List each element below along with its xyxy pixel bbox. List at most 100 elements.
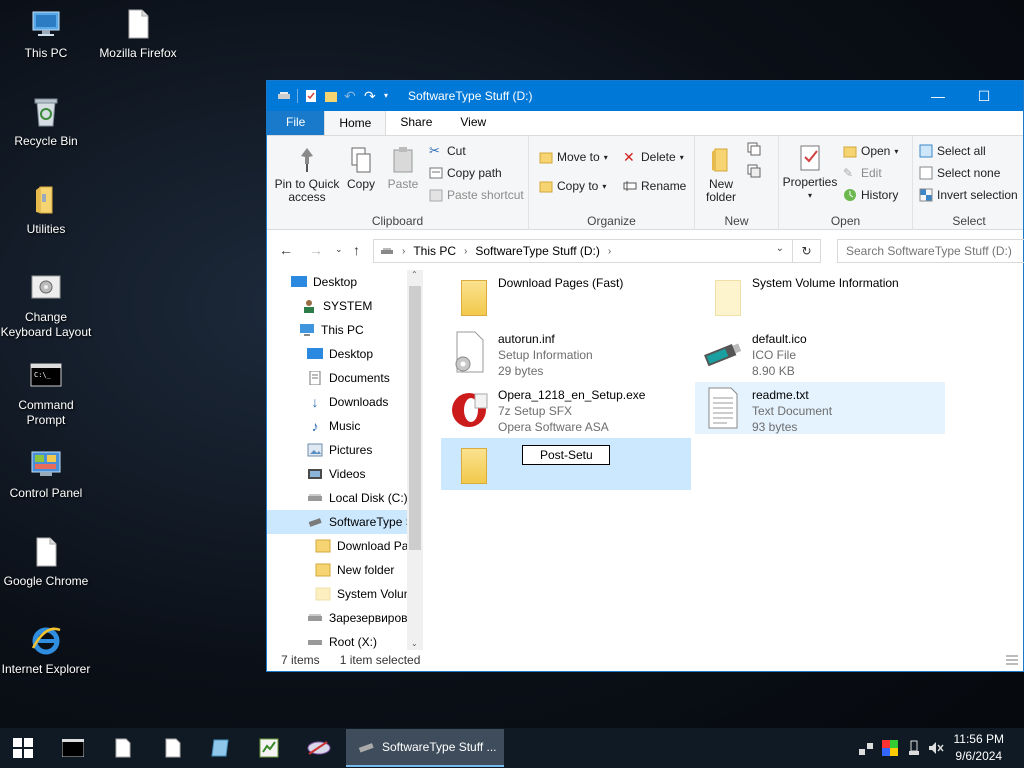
nav-item-local-disk-c[interactable]: Local Disk (C:) [307,486,408,510]
move-to-button[interactable]: Move to ▾ [539,150,608,164]
pin-to-quick-access-button[interactable]: Pin to Quick access [271,146,343,204]
file-item-opera-setup[interactable]: Opera_1218_en_Setup.exe 7z Setup SFX Ope… [441,382,691,434]
copy-path-button[interactable]: Copy path [429,166,502,180]
select-none-button[interactable]: Select none [919,166,1000,180]
file-item-default-ico[interactable]: default.ico ICO File 8.90 KB [695,326,945,378]
scroll-down-icon[interactable]: ⌄ [411,639,418,648]
taskbar-document-1[interactable] [100,728,146,768]
redo-icon[interactable]: ↷ [364,89,378,103]
nav-item-pictures[interactable]: Pictures [307,438,372,462]
start-button[interactable] [0,728,46,768]
new-item-icon[interactable] [747,142,761,156]
address-bar[interactable]: › This PC › SoftwareType Stuff (D:) › ⌄ [373,239,793,263]
address-dropdown-icon[interactable]: ⌄ [776,243,784,254]
desktop-icon-label: Utilities [26,222,66,236]
customize-dropdown-icon[interactable]: ▾ [384,89,398,103]
taskbar-app-notepad[interactable] [246,728,292,768]
file-item-autorun[interactable]: autorun.inf Setup Information 29 bytes [441,326,691,378]
nav-item-this-pc[interactable]: This PC [299,318,364,342]
clock[interactable]: 11:56 PM 9/6/2024 [954,731,1004,765]
undo-icon[interactable]: ↶ [344,89,358,103]
taskbar-file-explorer[interactable]: SoftwareType Stuff ... [346,729,504,767]
file-item-readme[interactable]: readme.txt Text Document 93 bytes [695,382,945,434]
minimize-button[interactable]: — [915,81,961,111]
search-input[interactable]: Search SoftwareType Stuff (D:) [837,239,1024,263]
forward-button[interactable]: → [309,242,323,258]
desktop-icon-google-chrome[interactable]: Google Chrome [0,536,92,589]
up-button[interactable]: ↑ [353,242,360,258]
details-view-icon[interactable] [1005,653,1019,670]
toolbar-separator [297,89,298,103]
opera-installer-icon [449,386,489,430]
desktop-icon-control-panel[interactable]: Control Panel [0,448,92,501]
scrollbar-thumb[interactable] [409,286,421,550]
taskbar-document-2[interactable] [150,728,196,768]
color-icon[interactable] [882,740,898,756]
nav-item-download-pages[interactable]: Download Pa [315,534,408,558]
file-item-new-folder-renaming[interactable] [441,438,691,490]
nav-item-desktop-root[interactable]: Desktop [291,270,357,294]
paste-shortcut-button[interactable]: Paste shortcut [429,188,524,202]
maximize-button[interactable]: ☐ [961,81,1007,111]
nav-item-system-volume[interactable]: System Volun [315,582,410,606]
refresh-button[interactable]: ↻ [793,239,821,263]
file-type: Text Document [752,404,833,418]
properties-icon[interactable] [304,89,318,103]
network-icon[interactable] [858,740,874,756]
taskbar-app-glass[interactable] [198,728,244,768]
nav-item-softwaretype-stuff[interactable]: SoftwareType S [267,510,414,534]
usb-icon[interactable] [906,740,922,756]
desktop-icon-this-pc[interactable]: This PC [0,8,92,61]
edit-button[interactable]: ✎ Edit [843,166,882,180]
file-type: 7z Setup SFX [498,404,573,418]
selection-count: 1 item selected [339,653,421,667]
select-all-button[interactable]: Select all [919,144,986,158]
nav-item-desktop[interactable]: Desktop [307,342,373,366]
tab-file[interactable]: File [267,110,325,135]
desktop-icon-utilities[interactable]: Utilities [0,184,92,237]
nav-item-reserved-drive[interactable]: Зарезервиров [307,606,408,630]
delete-button[interactable]: ✕ Delete ▾ [623,150,684,164]
tab-view[interactable]: View [446,110,500,135]
properties-button[interactable]: Properties ▾ [781,144,839,202]
breadcrumb-this-pc[interactable]: This PC [413,244,456,258]
scroll-up-icon[interactable]: ⌃ [411,270,418,279]
file-item-system-volume-information[interactable]: System Volume Information [695,270,945,322]
desktop-icon-label: Change Keyboard Layout [0,310,92,339]
taskbar-app-tool[interactable] [296,728,342,768]
open-button[interactable]: Open ▾ [843,144,898,158]
desktop-icon-command-prompt[interactable]: C:\_ Command Prompt [0,360,92,428]
desktop-icon-change-keyboard-layout[interactable]: Change Keyboard Layout [0,272,92,340]
music-icon: ♪ [311,418,319,434]
invert-selection-button[interactable]: Invert selection [919,188,1018,202]
nav-item-root-x[interactable]: Root (X:) [307,630,377,650]
file-item-download-pages[interactable]: Download Pages (Fast) [441,270,691,322]
nav-item-music[interactable]: ♪ Music [307,414,361,438]
volume-muted-icon[interactable] [928,740,944,756]
nav-item-system-user[interactable]: SYSTEM [301,294,372,318]
new-folder-button[interactable]: New folder [699,146,743,204]
taskbar-command-prompt[interactable] [50,728,96,768]
nav-item-documents[interactable]: Documents [307,366,390,390]
nav-item-downloads[interactable]: ↓ Downloads [307,390,389,414]
copy-button[interactable]: Copy [343,146,379,191]
rename-input[interactable] [522,445,610,465]
nav-item-new-folder[interactable]: New folder [315,558,394,582]
nav-scrollbar[interactable]: ⌃ ⌄ [407,270,423,650]
paste-button[interactable]: Paste [385,146,421,191]
cut-button[interactable]: ✂ Cut [429,144,466,159]
back-button[interactable]: ← [279,242,293,258]
nav-item-videos[interactable]: Videos [307,462,365,486]
breadcrumb-current[interactable]: SoftwareType Stuff (D:) [475,244,600,258]
rename-button[interactable]: Rename [623,179,686,193]
tab-share[interactable]: Share [386,110,446,135]
recent-locations-button[interactable]: ⌄ [335,244,343,255]
tab-home[interactable]: Home [324,110,387,135]
desktop-icon-firefox[interactable]: Mozilla Firefox [92,8,184,61]
desktop-icon-recycle-bin[interactable]: Recycle Bin [0,96,92,149]
copy-to-button[interactable]: Copy to ▾ [539,179,606,193]
new-folder-icon[interactable] [324,89,338,103]
easy-access-icon[interactable] [747,164,761,178]
history-button[interactable]: History [843,188,898,202]
desktop-icon-internet-explorer[interactable]: Internet Explorer [0,624,92,677]
